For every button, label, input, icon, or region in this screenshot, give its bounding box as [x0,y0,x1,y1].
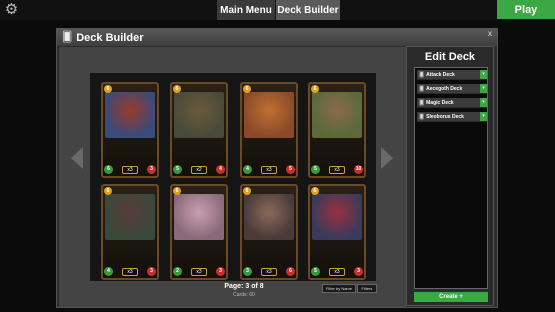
edit-deck-title: Edit Deck [424,51,476,63]
card[interactable]: 6 5 x2 4 [170,82,228,178]
filters-button[interactable]: Filters [357,284,377,293]
card-quantity: x3 [329,166,345,174]
filter-by-name-input[interactable]: Filter by Name [322,284,356,293]
cards-count: Cards: 60 [233,292,255,298]
card-health: 5 [286,165,295,174]
card-art [105,194,155,240]
card-attack: 6 [104,165,113,174]
card-attack: 5 [311,165,320,174]
window-title: Deck Builder [76,31,144,44]
card-health: 3 [147,267,156,276]
card-cost: 6 [173,187,181,195]
card-quantity: x3 [122,166,138,174]
card-cost: 6 [311,85,319,93]
card-health: 6 [286,267,295,276]
gear-icon[interactable]: ⚙ [3,1,20,18]
card[interactable]: 6 2 x3 3 [170,184,228,280]
card-attack: 2 [173,267,182,276]
card-attack: 3 [243,267,252,276]
card-cost: 6 [104,85,112,93]
previous-page-arrow-icon[interactable] [71,147,83,169]
card[interactable]: 6 5 x3 10 [308,82,366,178]
deck-item-label: Attack Deck [426,71,455,78]
create-deck-button[interactable]: Create + [414,292,488,302]
chevron-down-icon[interactable]: ▾ [480,112,487,121]
card-attack: 4 [104,267,113,276]
main-menu-tab[interactable]: Main Menu [217,0,275,20]
card-health: 3 [354,267,363,276]
card-art [244,194,294,240]
chevron-down-icon[interactable]: ▾ [480,84,487,93]
card-art [244,92,294,138]
card-health: 3 [216,267,225,276]
next-page-arrow-icon[interactable] [381,147,393,169]
top-bar: ⚙ Main Menu Deck Builder Play [0,0,555,20]
card-quantity: x3 [261,166,277,174]
card-attack: 4 [243,165,252,174]
card-art [105,92,155,138]
chevron-down-icon[interactable]: ▾ [480,70,487,79]
card[interactable]: 6 3 x3 6 [240,184,298,280]
deck-item[interactable]: 🂠 Magic Deck ▾ [417,98,487,108]
deck-item[interactable]: 🂠 Aecegoth Deck ▾ [417,84,487,94]
card-health: 3 [147,165,156,174]
card-health: 10 [354,165,363,174]
deck-item-label: Sleoborus Deck [426,113,464,120]
cards-icon: 🂠 [62,32,73,43]
card-art [174,92,224,138]
chevron-down-icon[interactable]: ▾ [480,98,487,107]
close-icon[interactable]: x [486,30,494,38]
card-art [312,194,362,240]
window-titlebar: 🂠 Deck Builder x [57,29,497,46]
card[interactable]: 6 6 x3 3 [101,82,159,178]
card[interactable]: 6 4 x3 5 [240,82,298,178]
cards-icon: 🂠 [419,99,425,106]
card-quantity: x3 [329,268,345,276]
card[interactable]: 6 4 x3 3 [101,184,159,280]
card-art [312,92,362,138]
card-health: 4 [216,165,225,174]
card-cost: 6 [311,187,319,195]
card-cost: 6 [173,85,181,93]
deck-builder-tab[interactable]: Deck Builder [276,0,340,20]
deck-item[interactable]: 🂠 Sleoborus Deck ▾ [417,112,487,122]
page-indicator: Page: 3 of 8 [224,283,264,290]
card[interactable]: 6 5 x3 3 [308,184,366,280]
card-quantity: x3 [191,268,207,276]
card-cost: 6 [243,85,251,93]
deck-item[interactable]: 🂠 Attack Deck ▾ [417,70,487,80]
play-button[interactable]: Play [497,0,555,19]
cards-icon: 🂠 [419,113,425,120]
card-cost: 6 [104,187,112,195]
card-attack: 5 [311,267,320,276]
cards-icon: 🂠 [419,85,425,92]
cards-icon: 🂠 [419,71,425,78]
card-quantity: x2 [191,166,207,174]
card-art [174,194,224,240]
deck-item-label: Aecegoth Deck [426,85,463,92]
card-quantity: x3 [261,268,277,276]
card-attack: 5 [173,165,182,174]
deck-list: 🂠 Attack Deck ▾ 🂠 Aecegoth Deck ▾ 🂠 Magi… [414,67,488,289]
deck-item-label: Magic Deck [426,99,454,106]
card-quantity: x3 [122,268,138,276]
card-cost: 6 [243,187,251,195]
edit-deck-panel: Edit Deck 🂠 Attack Deck ▾ 🂠 Aecegoth Dec… [406,46,494,306]
